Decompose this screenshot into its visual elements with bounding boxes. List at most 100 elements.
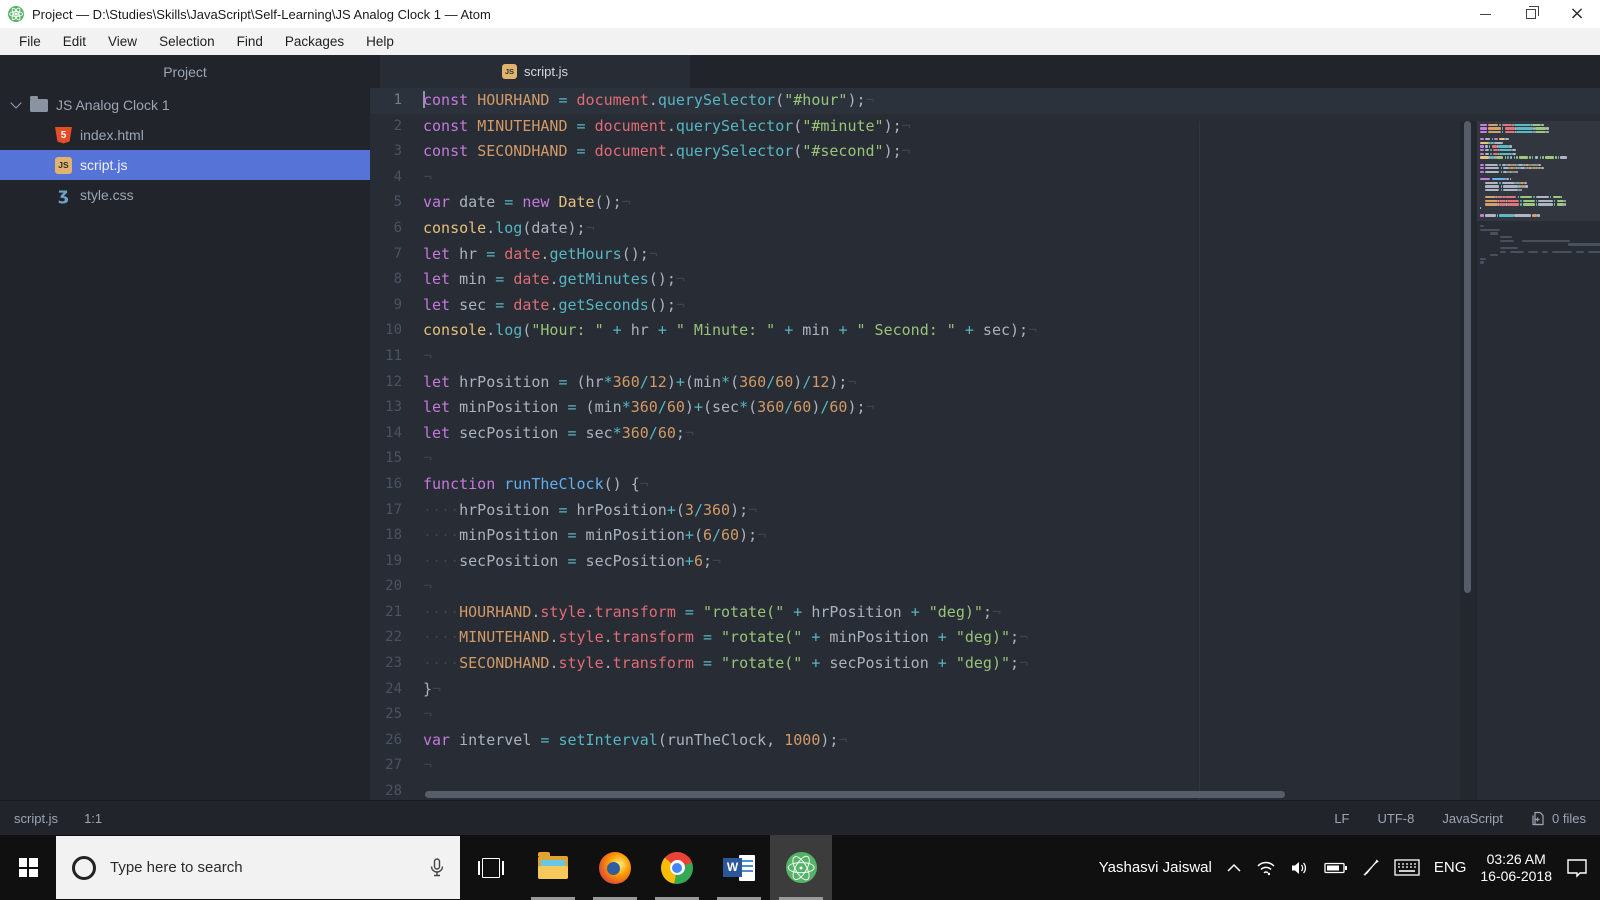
restore-button[interactable] [1508,0,1554,28]
status-cursor-position[interactable]: 1:1 [84,811,102,826]
code-line[interactable]: 8let min = date.getMinutes();¬ [370,267,1600,293]
tree-item-style-css[interactable]: ʒ style.css [0,180,370,210]
menu-item-packages[interactable]: Packages [274,34,355,49]
taskbar-app-atom[interactable] [770,835,832,900]
minimap[interactable] [1477,121,1600,800]
code-line[interactable]: 9let sec = date.getSeconds();¬ [370,293,1600,319]
line-number[interactable]: 1 [370,88,415,114]
code-line[interactable]: 1const HOURHAND = document.querySelector… [370,88,1600,114]
code-line[interactable]: 6console.log(date);¬ [370,216,1600,242]
code-line[interactable]: 23····SECONDHAND.style.transform = "rota… [370,651,1600,677]
line-number[interactable]: 12 [370,370,415,396]
code-line[interactable]: 18····minPosition = minPosition+(6/60);¬ [370,523,1600,549]
horizontal-scrollbar[interactable] [425,791,1285,798]
menu-item-selection[interactable]: Selection [148,34,226,49]
search-input[interactable] [110,859,428,876]
status-language[interactable]: JavaScript [1442,811,1503,826]
code-line[interactable]: 20¬ [370,574,1600,600]
line-number[interactable]: 7 [370,242,415,268]
code-line[interactable]: 11¬ [370,344,1600,370]
line-number[interactable]: 8 [370,267,415,293]
people-button[interactable]: Yashasvi Jaiswal [1099,859,1212,876]
line-number[interactable]: 19 [370,549,415,575]
tree-folder-js-analog-clock-1[interactable]: JS Analog Clock 1 [0,90,370,120]
wifi-icon[interactable] [1256,860,1276,876]
code-line[interactable]: 2const MINUTEHAND = document.querySelect… [370,114,1600,140]
line-number[interactable]: 11 [370,344,415,370]
line-number[interactable]: 24 [370,677,415,703]
taskbar-app-chrome[interactable] [646,835,708,900]
taskbar-app-file-explorer[interactable] [522,835,584,900]
code-line[interactable]: 12let hrPosition = (hr*360/12)+(min*(360… [370,370,1600,396]
menu-item-edit[interactable]: Edit [52,34,97,49]
code-line[interactable]: 21····HOURHAND.style.transform = "rotate… [370,600,1600,626]
code-editor[interactable]: 1const HOURHAND = document.querySelector… [370,88,1600,800]
line-number[interactable]: 13 [370,395,415,421]
input-language-badge[interactable]: ENG [1434,859,1467,876]
line-number[interactable]: 14 [370,421,415,447]
taskbar-app-word[interactable]: W [708,835,770,900]
taskbar-search[interactable] [56,836,460,899]
git-status[interactable]: 0 files [1531,811,1586,826]
line-number[interactable]: 18 [370,523,415,549]
microphone-icon[interactable] [428,857,446,879]
code-line[interactable]: 13let minPosition = (min*360/60)+(sec*(3… [370,395,1600,421]
code-line[interactable]: 14let secPosition = sec*360/60;¬ [370,421,1600,447]
line-number[interactable]: 26 [370,728,415,754]
code-line[interactable]: 26var intervel = setInterval(runTheClock… [370,728,1600,754]
code-line[interactable]: 7let hr = date.getHours();¬ [370,242,1600,268]
code-line[interactable]: 17····hrPosition = hrPosition+(3/360);¬ [370,498,1600,524]
editor-pane: JS script.js 1const HOURHAND = document.… [370,55,1600,800]
line-number[interactable]: 16 [370,472,415,498]
menu-item-find[interactable]: Find [226,34,274,49]
line-number[interactable]: 15 [370,446,415,472]
menu-item-help[interactable]: Help [355,34,405,49]
status-line-ending[interactable]: LF [1334,811,1349,826]
code-line[interactable]: 15¬ [370,446,1600,472]
line-number[interactable]: 10 [370,318,415,344]
code-line[interactable]: 19····secPosition = secPosition+6;¬ [370,549,1600,575]
status-encoding[interactable]: UTF-8 [1377,811,1414,826]
battery-icon[interactable] [1324,861,1348,875]
code-line[interactable]: 4¬ [370,165,1600,191]
line-number[interactable]: 3 [370,139,415,165]
code-line[interactable]: 22····MINUTEHAND.style.transform = "rota… [370,625,1600,651]
close-button[interactable]: × [1554,0,1600,28]
menu-item-file[interactable]: File [8,34,52,49]
action-center-icon[interactable] [1566,858,1588,878]
start-button[interactable] [0,835,56,900]
code-line[interactable]: 3const SECONDHAND = document.querySelect… [370,139,1600,165]
line-number[interactable]: 2 [370,114,415,140]
line-number[interactable]: 23 [370,651,415,677]
task-view-button[interactable] [460,835,522,900]
touch-keyboard-icon[interactable] [1394,859,1420,876]
line-number[interactable]: 6 [370,216,415,242]
vertical-scrollbar[interactable] [1464,121,1471,593]
pen-icon[interactable] [1362,859,1380,877]
menu-item-view[interactable]: View [97,34,148,49]
chevron-up-icon[interactable] [1226,863,1242,873]
taskbar-clock[interactable]: 03:26 AM 16-06-2018 [1480,851,1552,885]
line-number[interactable]: 4 [370,165,415,191]
line-number[interactable]: 21 [370,600,415,626]
line-number[interactable]: 17 [370,498,415,524]
code-line[interactable]: 16function runTheClock() {¬ [370,472,1600,498]
line-number[interactable]: 9 [370,293,415,319]
speaker-icon[interactable] [1290,860,1310,876]
tree-item-index-html[interactable]: 5 index.html [0,120,370,150]
line-number[interactable]: 27 [370,753,415,779]
tab-script-js[interactable]: JS script.js [380,55,690,88]
code-line[interactable]: 24}¬ [370,677,1600,703]
line-number[interactable]: 20 [370,574,415,600]
code-line[interactable]: 27¬ [370,753,1600,779]
code-line[interactable]: 5var date = new Date();¬ [370,190,1600,216]
line-number[interactable]: 5 [370,190,415,216]
line-number[interactable]: 28 [370,779,415,800]
code-line[interactable]: 10console.log("Hour: " + hr + " Minute: … [370,318,1600,344]
tree-item-script-js[interactable]: JS script.js [0,150,370,180]
minimize-button[interactable] [1462,0,1508,28]
code-line[interactable]: 25¬ [370,702,1600,728]
line-number[interactable]: 25 [370,702,415,728]
line-number[interactable]: 22 [370,625,415,651]
taskbar-app-firefox[interactable] [584,835,646,900]
